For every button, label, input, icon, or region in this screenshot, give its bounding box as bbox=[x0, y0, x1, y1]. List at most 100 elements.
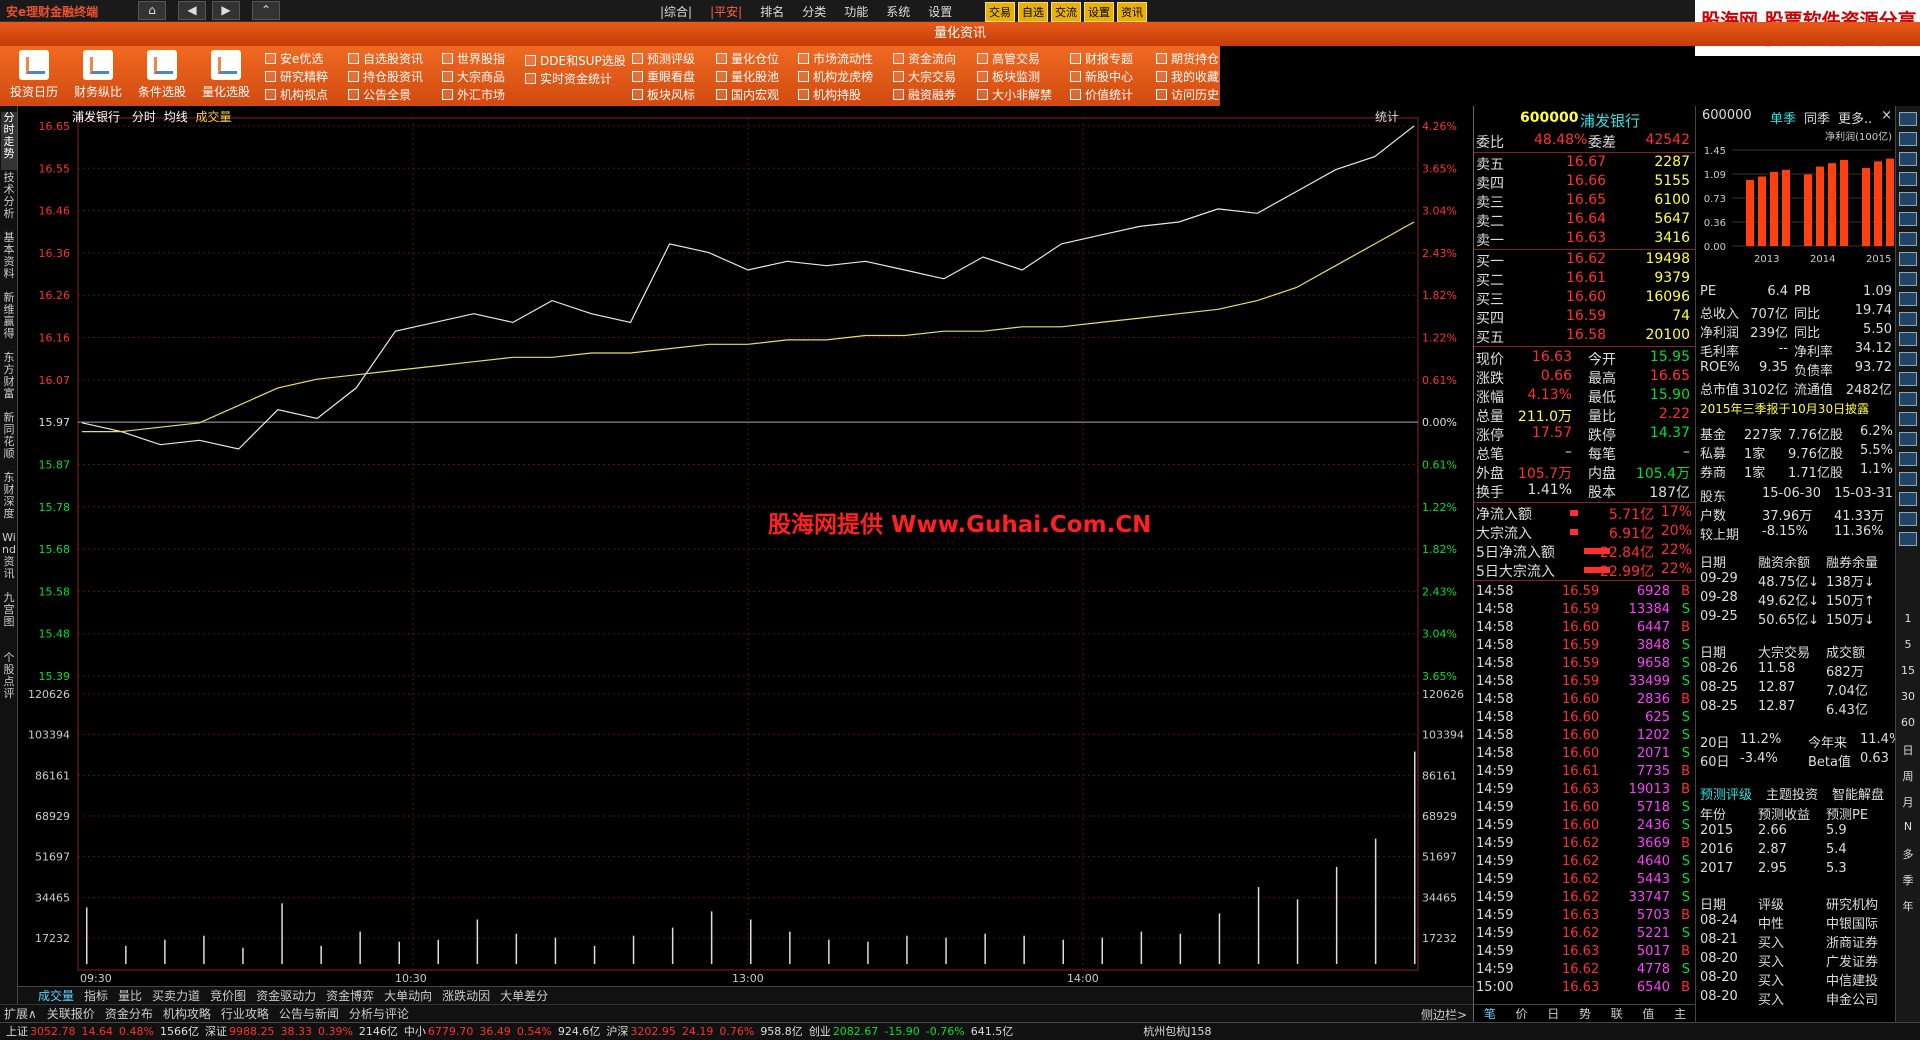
checkbox-6-2[interactable]: 机构持股 bbox=[798, 86, 861, 103]
forecast-tab-2[interactable]: 智能解盘 bbox=[1832, 784, 1884, 803]
tool-icon[interactable] bbox=[1899, 452, 1917, 466]
forecast-tab-1[interactable]: 主题投资 bbox=[1766, 784, 1818, 803]
left-tab-1[interactable]: 技术分析 bbox=[1, 172, 17, 230]
menu-item-5[interactable]: 系统 bbox=[886, 3, 910, 20]
quick-button-3[interactable]: 设置 bbox=[1084, 2, 1114, 22]
ext-tab-3[interactable]: 机构攻略 bbox=[163, 1007, 211, 1021]
menu-item-6[interactable]: 设置 bbox=[928, 3, 952, 20]
period-button-5[interactable]: 日 bbox=[1898, 742, 1918, 758]
indicator-tab-8[interactable]: 涨跌动因 bbox=[442, 989, 490, 1003]
left-tab-9[interactable]: 个股点评 bbox=[1, 652, 17, 710]
close-icon[interactable]: × bbox=[1881, 108, 1892, 123]
menu-item-3[interactable]: 分类 bbox=[802, 3, 826, 20]
quote-tab-5[interactable]: 值 bbox=[1642, 1005, 1654, 1022]
indicator-tab-3[interactable]: 买卖力道 bbox=[152, 989, 200, 1003]
checkbox-9-0[interactable]: 财报专题 bbox=[1070, 50, 1133, 67]
left-tab-5[interactable]: 新同花顺 bbox=[1, 412, 17, 470]
left-tab-4[interactable]: 东方财富 bbox=[1, 352, 17, 410]
checkbox-1-2[interactable]: 公告全景 bbox=[348, 86, 411, 103]
checkbox-7-1[interactable]: 大宗交易 bbox=[893, 68, 956, 85]
menu-item-4[interactable]: 功能 bbox=[844, 3, 868, 20]
checkbox-0-1[interactable]: 研究精粹 bbox=[265, 68, 328, 85]
tool-icon[interactable] bbox=[1899, 532, 1917, 546]
period-button-8[interactable]: N bbox=[1898, 820, 1918, 833]
left-tab-8[interactable]: 九宫图 bbox=[1, 592, 17, 650]
tool-button-1[interactable]: 财务纵比 bbox=[70, 50, 126, 100]
tool-button-0[interactable]: 投资日历 bbox=[6, 50, 62, 100]
period-button-11[interactable]: 年 bbox=[1898, 898, 1918, 914]
period-button-6[interactable]: 周 bbox=[1898, 768, 1918, 784]
period-button-4[interactable]: 60 bbox=[1898, 716, 1918, 729]
quote-tab-3[interactable]: 势 bbox=[1579, 1005, 1591, 1022]
quote-tab-1[interactable]: 价 bbox=[1516, 1005, 1528, 1022]
fin-tab-0[interactable]: 单季 bbox=[1770, 108, 1796, 127]
checkbox-0-0[interactable]: 安e优选 bbox=[265, 50, 323, 67]
quick-button-4[interactable]: 资讯 bbox=[1117, 2, 1147, 22]
sidebar-toggle[interactable]: 侧边栏> bbox=[1421, 1006, 1467, 1023]
checkbox-3-0[interactable]: DDE和SUP选股 bbox=[525, 52, 626, 69]
checkbox-10-1[interactable]: 我的收藏 bbox=[1156, 68, 1219, 85]
quote-tab-6[interactable]: 主 bbox=[1674, 1005, 1686, 1022]
stat-label[interactable]: 统计 bbox=[1375, 108, 1399, 125]
intraday-chart[interactable]: 16.65 4.26% 16.55 3.65% 16.46 3.04% 16.36 2.43%… bbox=[18, 106, 1473, 986]
quote-tab-0[interactable]: 笔 bbox=[1484, 1005, 1496, 1022]
ext-tab-6[interactable]: 分析与评论 bbox=[349, 1007, 409, 1021]
checkbox-5-1[interactable]: 量化股池 bbox=[716, 68, 779, 85]
fin-tab-2[interactable]: 更多.. bbox=[1838, 108, 1872, 127]
checkbox-1-0[interactable]: 自选股资讯 bbox=[348, 50, 423, 67]
period-button-1[interactable]: 5 bbox=[1898, 638, 1918, 651]
index-quote-4[interactable]: 创业 2082.67 -15.90 -0.76% 641.5亿 bbox=[809, 1025, 1013, 1038]
quick-button-1[interactable]: 自选 bbox=[1018, 2, 1048, 22]
ext-tab-4[interactable]: 行业攻略 bbox=[221, 1007, 269, 1021]
left-tab-7[interactable]: Wind资讯 bbox=[1, 532, 17, 590]
left-tab-0[interactable]: 分时走势 bbox=[1, 112, 17, 170]
tool-icon[interactable] bbox=[1899, 312, 1917, 326]
tool-icon[interactable] bbox=[1899, 232, 1917, 246]
tool-icon[interactable] bbox=[1899, 292, 1917, 306]
index-quote-1[interactable]: 深证 9988.25 38.33 0.39% 2146亿 bbox=[205, 1025, 398, 1038]
tool-icon[interactable] bbox=[1899, 212, 1917, 226]
menu-item-2[interactable]: 排名 bbox=[760, 3, 784, 20]
indicator-tab-7[interactable]: 大单动向 bbox=[384, 989, 432, 1003]
checkbox-4-2[interactable]: 板块风标 bbox=[632, 86, 695, 103]
checkbox-2-1[interactable]: 大宗商品 bbox=[442, 68, 505, 85]
checkbox-5-2[interactable]: 国内宏观 bbox=[716, 86, 779, 103]
checkbox-8-0[interactable]: 高管交易 bbox=[977, 50, 1040, 67]
quote-tab-4[interactable]: 联 bbox=[1611, 1005, 1623, 1022]
checkbox-4-1[interactable]: 重眼看盘 bbox=[632, 68, 695, 85]
menu-item-0[interactable]: |综合| bbox=[660, 3, 692, 20]
indicator-tab-6[interactable]: 资金博弈 bbox=[326, 989, 374, 1003]
fin-tab-1[interactable]: 同季 bbox=[1804, 108, 1830, 127]
tool-icon[interactable] bbox=[1899, 412, 1917, 426]
checkbox-9-2[interactable]: 价值统计 bbox=[1070, 86, 1133, 103]
ext-tab-5[interactable]: 公告与新闻 bbox=[279, 1007, 339, 1021]
tool-icon[interactable] bbox=[1899, 272, 1917, 286]
tool-icon[interactable] bbox=[1899, 492, 1917, 506]
period-button-2[interactable]: 15 bbox=[1898, 664, 1918, 677]
quick-button-0[interactable]: 交易 bbox=[985, 2, 1015, 22]
ext-tab-1[interactable]: 关联报价 bbox=[47, 1007, 95, 1021]
checkbox-1-1[interactable]: 持仓股资讯 bbox=[348, 68, 423, 85]
left-tab-3[interactable]: 新维赢得 bbox=[1, 292, 17, 350]
indicator-tab-9[interactable]: 大单差分 bbox=[500, 989, 548, 1003]
checkbox-2-2[interactable]: 外汇市场 bbox=[442, 86, 505, 103]
tool-icon[interactable] bbox=[1899, 352, 1917, 366]
checkbox-6-1[interactable]: 机构龙虎榜 bbox=[798, 68, 873, 85]
tool-button-2[interactable]: 条件选股 bbox=[134, 50, 190, 100]
checkbox-4-0[interactable]: 预测评级 bbox=[632, 50, 695, 67]
tool-icon[interactable] bbox=[1899, 252, 1917, 266]
checkbox-8-2[interactable]: 大小非解禁 bbox=[977, 86, 1052, 103]
tool-icon[interactable] bbox=[1899, 112, 1917, 126]
checkbox-10-0[interactable]: 期货持仓 bbox=[1156, 50, 1219, 67]
collapse-icon[interactable]: ⌃ bbox=[252, 1, 280, 20]
period-button-3[interactable]: 30 bbox=[1898, 690, 1918, 703]
left-tab-6[interactable]: 东财深度 bbox=[1, 472, 17, 530]
checkbox-5-0[interactable]: 量化仓位 bbox=[716, 50, 779, 67]
tool-icon[interactable] bbox=[1899, 332, 1917, 346]
index-quote-0[interactable]: 上证 3052.78 14.64 0.48% 1566亿 bbox=[6, 1025, 199, 1038]
tool-icon[interactable] bbox=[1899, 372, 1917, 386]
left-tab-2[interactable]: 基本资料 bbox=[1, 232, 17, 290]
mode-vol[interactable]: 成交量 bbox=[196, 110, 232, 124]
checkbox-6-0[interactable]: 市场流动性 bbox=[798, 50, 873, 67]
home-icon[interactable]: ⌂ bbox=[138, 1, 166, 20]
